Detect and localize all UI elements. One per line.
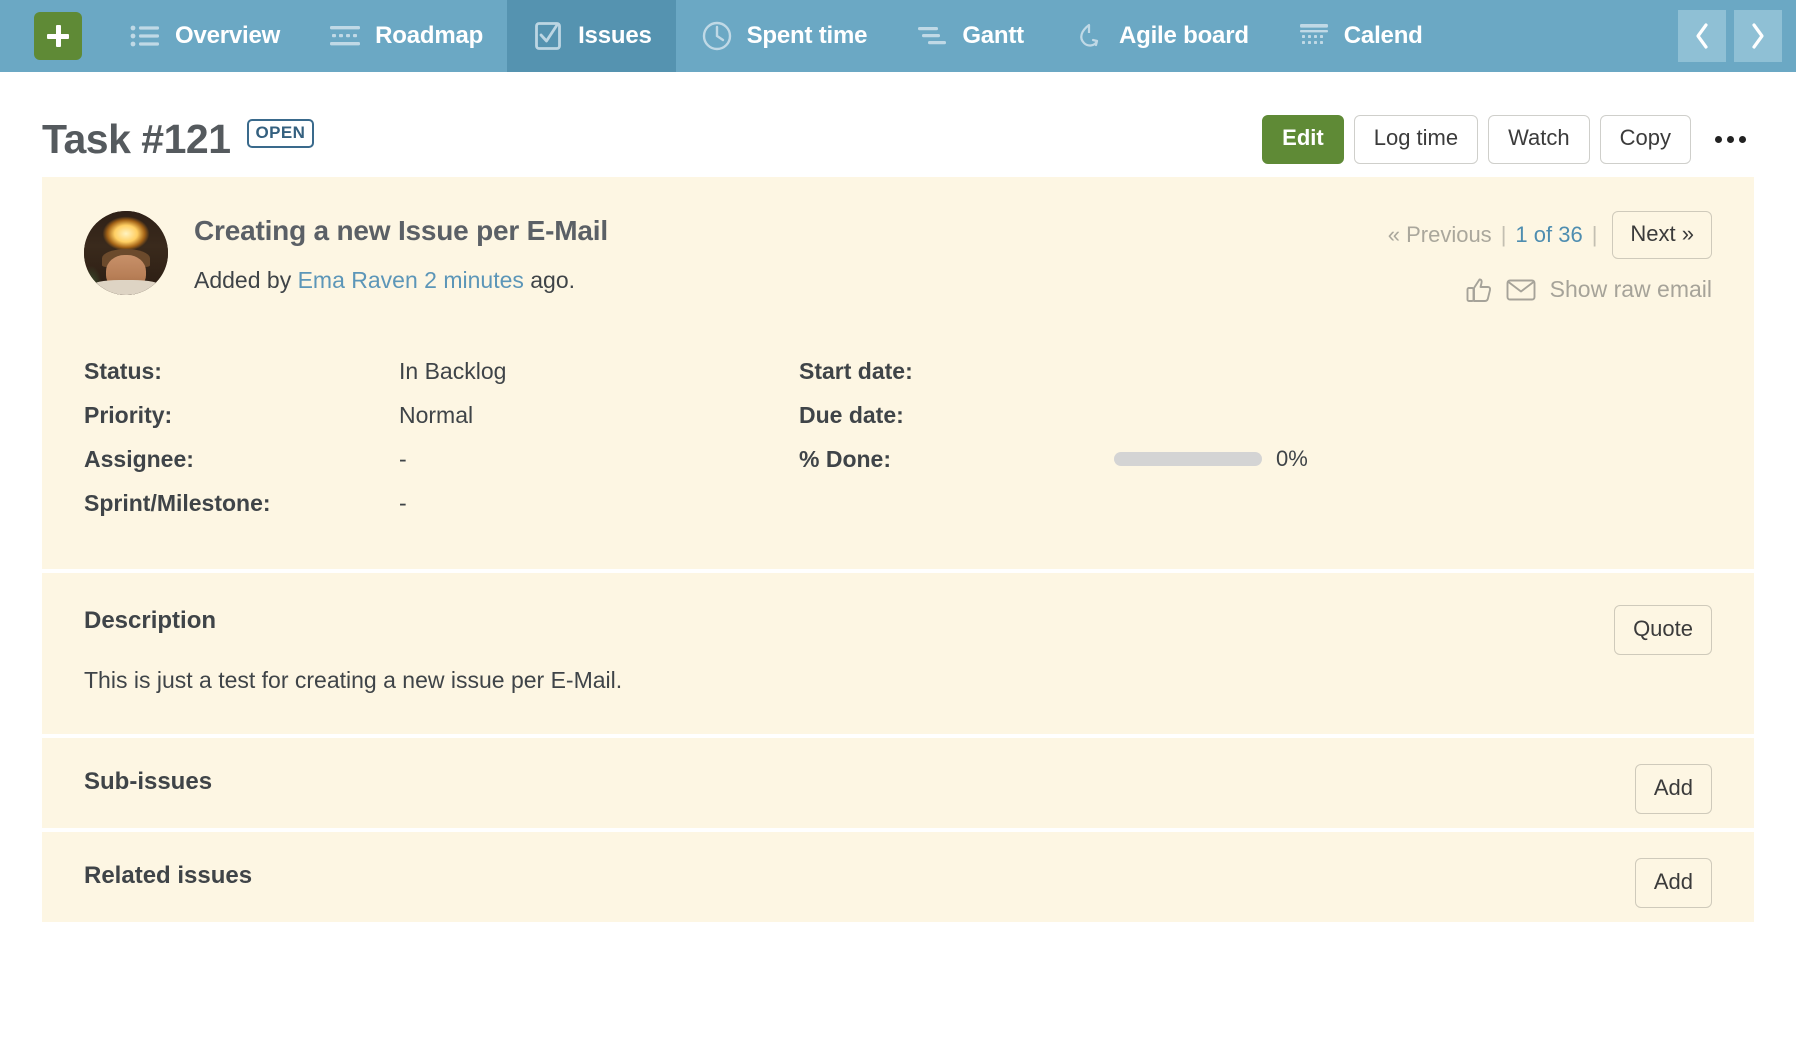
calendar-icon	[1297, 19, 1331, 53]
pagination-row: « Previous | 1 of 36 | Next »	[1388, 211, 1712, 259]
attribute-label-empty	[799, 481, 1114, 525]
ellipsis-dot-icon	[1727, 136, 1734, 143]
quote-button[interactable]: Quote	[1614, 605, 1712, 655]
progress-percent-text: 0%	[1276, 446, 1308, 471]
issue-header-text: Creating a new Issue per E-Mail Added by…	[194, 211, 608, 295]
attribute-value-due-date	[1114, 393, 1712, 437]
nav-item-spent-time[interactable]: Spent time	[676, 0, 892, 72]
attribute-label-status: Status:	[84, 357, 162, 384]
clock-icon	[700, 19, 734, 53]
thumbs-up-icon[interactable]	[1466, 277, 1492, 303]
author-link[interactable]: Ema Raven	[298, 267, 418, 293]
nav-item-overview[interactable]: Overview	[104, 0, 304, 72]
nav-label-issues: Issues	[578, 22, 652, 49]
pagination-separator: |	[1500, 222, 1507, 247]
attribute-value-assignee: -	[399, 445, 407, 472]
nav-item-roadmap[interactable]: Roadmap	[304, 0, 507, 72]
nav-scroll-arrows	[1678, 10, 1782, 62]
copy-button[interactable]: Copy	[1599, 115, 1691, 164]
nav-scroll-right-button[interactable]	[1734, 10, 1782, 62]
issue-subject: Creating a new Issue per E-Mail	[194, 215, 608, 246]
issue-detail-card: Creating a new Issue per E-Mail Added by…	[42, 177, 1754, 569]
issue-author-line: Added by Ema Raven 2 minutes ago.	[194, 267, 608, 294]
next-issue-button[interactable]: Next »	[1612, 211, 1712, 259]
status-badge: OPEN	[246, 119, 315, 148]
issue-meta-actions: Show raw email	[1388, 276, 1712, 303]
nav-label-agile-board: Agile board	[1118, 22, 1249, 49]
ellipsis-dot-icon	[1715, 136, 1722, 143]
ellipsis-dot-icon	[1739, 136, 1746, 143]
created-time-link[interactable]: 2 minutes	[424, 267, 524, 293]
page-header: Task #121 OPEN Edit Log time Watch Copy	[0, 72, 1796, 177]
page-title: Task #121	[42, 116, 231, 162]
add-sub-issue-button[interactable]: Add	[1634, 764, 1712, 814]
nav-label-spent-time: Spent time	[746, 22, 868, 49]
nav-item-calendar[interactable]: Calend	[1273, 0, 1447, 72]
add-related-issue-button[interactable]: Add	[1634, 858, 1712, 908]
plus-icon	[47, 25, 69, 47]
edit-button[interactable]: Edit	[1262, 115, 1344, 164]
more-actions-button[interactable]	[1707, 130, 1754, 149]
attribute-value-start-date	[1114, 349, 1712, 393]
attribute-value-sprint-milestone: -	[399, 489, 407, 516]
nav-item-agile-board[interactable]: Agile board	[1048, 0, 1273, 72]
show-raw-email-link[interactable]: Show raw email	[1550, 276, 1712, 303]
attribute-label-priority: Priority:	[84, 401, 173, 428]
description-body: This is just a test for creating a new i…	[84, 667, 623, 693]
agile-icon	[1072, 19, 1106, 53]
author-avatar	[84, 211, 168, 295]
added-by-label: Added by	[194, 267, 298, 293]
nav-item-issues[interactable]: Issues	[507, 0, 676, 72]
related-issues-section: Related issues Add	[42, 832, 1754, 922]
attribute-label-due-date: Due date:	[799, 401, 904, 428]
ago-label: ago.	[523, 267, 576, 293]
roadmap-icon	[328, 19, 362, 53]
nav-label-gantt: Gantt	[962, 22, 1024, 49]
sub-issues-section: Sub-issues Add	[42, 738, 1754, 828]
nav-item-gantt[interactable]: Gantt	[891, 0, 1048, 72]
attribute-label-assignee: Assignee:	[84, 445, 194, 472]
pagination-separator: |	[1591, 222, 1598, 247]
previous-issue-link[interactable]: « Previous	[1388, 222, 1492, 248]
attribute-value-status: In Backlog	[399, 357, 507, 384]
attribute-value-empty	[1114, 481, 1712, 525]
issue-pagination: « Previous | 1 of 36 | Next » Show raw e…	[1388, 211, 1712, 303]
nav-label-overview: Overview	[175, 22, 281, 49]
list-icon	[128, 19, 162, 53]
add-button-wrap	[34, 0, 104, 72]
related-issues-title: Related issues	[84, 862, 253, 889]
checkbox-icon	[531, 19, 565, 53]
nav-label-roadmap: Roadmap	[375, 22, 484, 49]
attribute-label-sprint-milestone: Sprint/Milestone:	[84, 489, 271, 516]
attribute-label-percent-done: % Done:	[799, 445, 891, 472]
description-title: Description	[84, 607, 217, 634]
nav-scroll-left-button[interactable]	[1678, 10, 1726, 62]
sub-issues-title: Sub-issues	[84, 768, 213, 795]
issue-action-toolbar: Edit Log time Watch Copy	[1262, 115, 1754, 164]
envelope-icon[interactable]	[1506, 278, 1536, 302]
attribute-label-start-date: Start date:	[799, 357, 913, 384]
gantt-icon	[915, 19, 949, 53]
progress-bar	[1114, 452, 1262, 466]
issue-attributes: Status: In Backlog Start date: Priority:…	[84, 349, 1712, 525]
attribute-value-priority: Normal	[399, 401, 474, 428]
attribute-value-percent-done: 0%	[1114, 437, 1712, 481]
description-section: Description Quote This is just a test fo…	[42, 573, 1754, 734]
nav-label-calendar: Calend	[1343, 22, 1423, 49]
log-time-button[interactable]: Log time	[1353, 115, 1479, 164]
watch-button[interactable]: Watch	[1488, 115, 1590, 164]
project-navigation-bar: Overview Roadmap Issues Spent time Gantt…	[0, 0, 1796, 72]
pagination-count-link[interactable]: 1 of 36	[1515, 222, 1582, 248]
issue-content: Creating a new Issue per E-Mail Added by…	[0, 177, 1796, 922]
add-new-button[interactable]	[34, 12, 82, 60]
